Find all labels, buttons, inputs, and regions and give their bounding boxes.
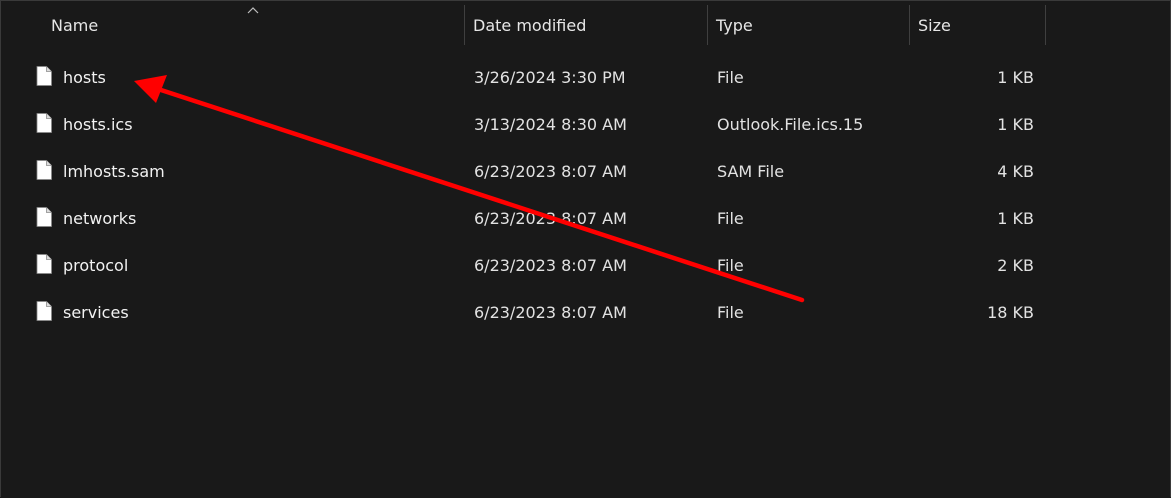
file-type: File (717, 209, 744, 228)
file-size: 18 KB (987, 303, 1034, 322)
file-date-modified: 6/23/2023 8:07 AM (474, 162, 627, 181)
file-row-networks[interactable]: networks 6/23/2023 8:07 AM File 1 KB (1, 195, 1171, 242)
file-type: File (717, 303, 744, 322)
file-size: 1 KB (997, 209, 1034, 228)
file-type: File (717, 256, 744, 275)
file-icon (36, 113, 52, 133)
column-header-size[interactable]: Size (909, 5, 1045, 45)
column-header-type[interactable]: Type (707, 5, 909, 45)
file-row-hosts[interactable]: hosts 3/26/2024 3:30 PM File 1 KB (1, 54, 1171, 101)
file-name: protocol (63, 256, 129, 275)
column-header-date-modified[interactable]: Date modified (464, 5, 707, 45)
file-size: 1 KB (997, 68, 1034, 87)
column-header-row: Name Date modified Type Size (1, 5, 1171, 45)
file-date-modified: 6/23/2023 8:07 AM (474, 303, 627, 322)
file-size: 2 KB (997, 256, 1034, 275)
file-size: 1 KB (997, 115, 1034, 134)
file-type: File (717, 68, 744, 87)
column-divider[interactable] (1045, 5, 1046, 45)
file-icon (36, 66, 52, 86)
file-date-modified: 3/13/2024 8:30 AM (474, 115, 627, 134)
file-icon (36, 254, 52, 274)
file-row-services[interactable]: services 6/23/2023 8:07 AM File 18 KB (1, 289, 1171, 336)
file-row-protocol[interactable]: protocol 6/23/2023 8:07 AM File 2 KB (1, 242, 1171, 289)
file-name: networks (63, 209, 137, 228)
file-icon (36, 207, 52, 227)
file-name: services (63, 303, 129, 322)
file-row-hosts-ics[interactable]: hosts.ics 3/13/2024 8:30 AM Outlook.File… (1, 101, 1171, 148)
file-date-modified: 3/26/2024 3:30 PM (474, 68, 626, 87)
file-explorer-details-view: Name Date modified Type Size hosts 3/26/… (0, 0, 1171, 497)
file-date-modified: 6/23/2023 8:07 AM (474, 256, 627, 275)
file-size: 4 KB (997, 162, 1034, 181)
file-date-modified: 6/23/2023 8:07 AM (474, 209, 627, 228)
file-type: Outlook.File.ics.15 (717, 115, 864, 134)
file-type: SAM File (717, 162, 785, 181)
file-row-lmhosts-sam[interactable]: lmhosts.sam 6/23/2023 8:07 AM SAM File 4… (1, 148, 1171, 195)
column-header-name[interactable]: Name (42, 5, 464, 45)
file-name: hosts.ics (63, 115, 133, 134)
file-icon (36, 160, 52, 180)
file-name: lmhosts.sam (63, 162, 165, 181)
file-icon (36, 301, 52, 321)
file-name: hosts (63, 68, 106, 87)
